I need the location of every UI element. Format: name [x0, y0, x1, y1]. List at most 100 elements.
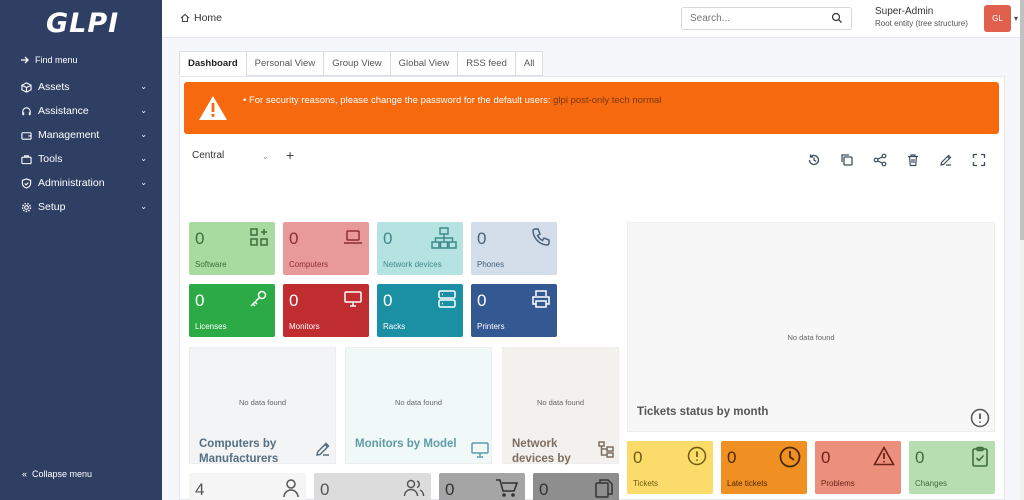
clipboard-check-icon	[972, 446, 988, 467]
card-problems[interactable]: 0 Problems	[815, 441, 901, 494]
hierarchy-icon[interactable]	[597, 440, 615, 458]
default-users-link[interactable]: glpi post-only tech normal	[553, 95, 661, 106]
find-menu-label: Find menu	[35, 55, 78, 65]
chevron-down-icon: ⌄	[140, 202, 147, 211]
card-network-devices[interactable]: 0 Network devices	[377, 222, 463, 275]
copy-icon[interactable]	[839, 152, 855, 168]
wallet-icon	[20, 129, 32, 141]
widget-network-devices-by: No data found Network devices by	[502, 347, 619, 465]
dashboard-select[interactable]: Central ⌄	[192, 150, 272, 161]
avatar[interactable]: GL	[984, 5, 1011, 32]
tab-rss-feed[interactable]: RSS feed	[457, 51, 516, 76]
card-label: Phones	[477, 260, 505, 269]
breadcrumb[interactable]: Home	[180, 12, 222, 24]
card-groups[interactable]: 0	[314, 473, 431, 500]
widget-empty-text: No data found	[787, 333, 835, 342]
sidebar: GLPI Find menu Assets ⌄ Assistance ⌄ Manag…	[0, 0, 162, 500]
chevron-down-icon: ⌄	[140, 178, 147, 187]
chevron-down-icon: ⌄	[262, 152, 269, 161]
card-suppliers[interactable]: 0	[439, 473, 525, 500]
sidebar-menu: Assets ⌄ Assistance ⌄ Management ⌄ Tools ⌄ A…	[0, 75, 162, 219]
dashboard-toolbar	[806, 152, 987, 168]
chevron-down-icon[interactable]: ▾	[1014, 14, 1018, 23]
server-icon	[438, 290, 456, 308]
share-icon[interactable]	[872, 152, 888, 168]
sidebar-item-assistance[interactable]: Assistance ⌄	[0, 99, 162, 123]
card-value: 0	[195, 291, 205, 310]
glpi-logo[interactable]: GLPI	[46, 8, 119, 39]
chevron-down-icon: ⌄	[140, 130, 147, 139]
sidebar-item-label: Assistance	[38, 105, 89, 117]
sidebar-item-setup[interactable]: Setup ⌄	[0, 195, 162, 219]
scrollbar-thumb[interactable]	[1020, 0, 1024, 240]
page-scrollbar[interactable]	[1020, 0, 1024, 500]
history-icon[interactable]	[806, 152, 822, 168]
widget-tickets-status-by-month: No data found Tickets status by month	[627, 222, 995, 432]
monitor-icon[interactable]	[470, 440, 490, 460]
fullscreen-icon[interactable]	[971, 152, 987, 168]
sidebar-item-label: Assets	[38, 81, 70, 93]
card-users[interactable]: 4	[189, 473, 306, 500]
card-computers[interactable]: 0 Computers	[283, 222, 369, 275]
sidebar-item-administration[interactable]: Administration ⌄	[0, 171, 162, 195]
user-menu[interactable]: Super-Admin Root entity (tree structure)	[875, 6, 968, 30]
card-tickets[interactable]: 0 Tickets	[627, 441, 713, 494]
gear-icon	[20, 201, 32, 213]
tab-personal-view[interactable]: Personal View	[245, 51, 325, 76]
card-late-tickets[interactable]: 0 Late tickets	[721, 441, 807, 494]
alert-circle-icon[interactable]	[970, 408, 990, 428]
user-icon	[283, 479, 299, 498]
card-value: 0	[195, 229, 205, 248]
edit-icon[interactable]	[314, 440, 332, 458]
card-software[interactable]: 0 Software	[189, 222, 275, 275]
tab-dashboard[interactable]: Dashboard	[179, 51, 247, 76]
widget-title: Tickets status by month	[637, 406, 769, 418]
laptop-icon	[344, 230, 362, 244]
add-dashboard-button[interactable]: +	[286, 147, 294, 163]
phone-icon	[532, 228, 550, 246]
card-documents[interactable]: 0	[533, 473, 619, 500]
card-value: 0	[289, 229, 299, 248]
widget-empty-text: No data found	[238, 398, 287, 407]
sidebar-item-management[interactable]: Management ⌄	[0, 123, 162, 147]
files-icon	[595, 479, 613, 498]
sidebar-item-assets[interactable]: Assets ⌄	[0, 75, 162, 99]
card-label: Late tickets	[727, 479, 768, 488]
card-value: 0	[477, 229, 487, 248]
card-label: Licenses	[195, 322, 227, 331]
tab-all[interactable]: All	[514, 51, 544, 76]
user-name: Super-Admin	[875, 6, 934, 17]
monitor-icon	[344, 291, 362, 307]
sidebar-item-tools[interactable]: Tools ⌄	[0, 147, 162, 171]
card-value: 0	[383, 229, 393, 248]
card-licenses[interactable]: 0 Licenses	[189, 284, 275, 337]
tab-global-view[interactable]: Global View	[389, 51, 459, 76]
trash-icon[interactable]	[905, 152, 921, 168]
card-phones[interactable]: 0 Phones	[471, 222, 557, 275]
users-icon	[403, 479, 425, 497]
card-monitors[interactable]: 0 Monitors	[283, 284, 369, 337]
warning-icon	[199, 96, 227, 120]
card-printers[interactable]: 0 Printers	[471, 284, 557, 337]
search-input[interactable]: Search...	[681, 7, 852, 30]
card-value: 0	[477, 291, 487, 310]
card-changes[interactable]: 0 Changes	[909, 441, 995, 494]
card-value: 0	[915, 448, 925, 467]
card-value: 0	[727, 448, 737, 467]
card-label: Computers	[289, 260, 329, 269]
widget-title: Network devices by	[512, 438, 571, 465]
widget-empty-text: No data found	[536, 398, 585, 407]
find-menu-button[interactable]: Find menu	[20, 55, 78, 65]
card-racks[interactable]: 0 Racks	[377, 284, 463, 337]
sidebar-item-label: Management	[38, 129, 100, 141]
chevron-down-icon: ⌄	[140, 154, 147, 163]
card-label: Printers	[477, 322, 505, 331]
top-bar: Home Search... Super-Admin Root entity (…	[162, 0, 1020, 38]
headset-icon	[20, 105, 32, 117]
clock-icon	[779, 446, 801, 468]
tab-group-view[interactable]: Group View	[323, 51, 391, 76]
card-value: 0	[383, 291, 393, 310]
edit-icon[interactable]	[938, 152, 954, 168]
widget-title: Computers by Manufacturers	[199, 438, 279, 465]
collapse-menu-button[interactable]: « Collapse menu	[22, 469, 92, 479]
